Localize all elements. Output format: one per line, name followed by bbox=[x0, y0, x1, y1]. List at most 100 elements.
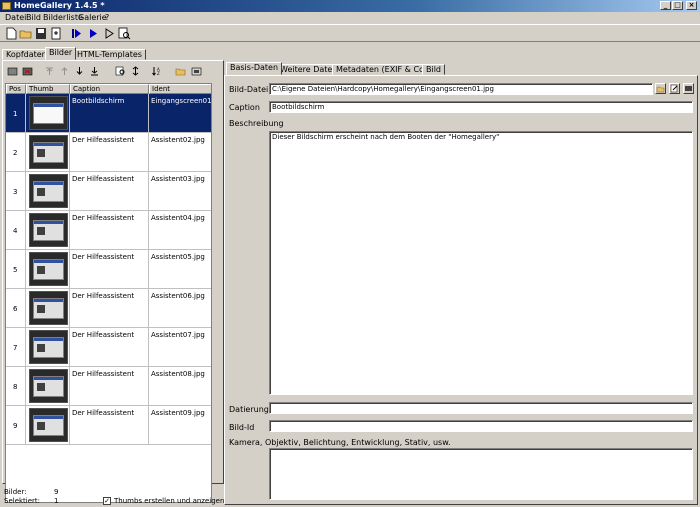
tab-bild[interactable]: Bild bbox=[422, 64, 446, 75]
cell-caption: Der Hilfeassistent bbox=[70, 289, 149, 327]
image-list-panel: AZ Pos Thumb Caption Ident 1 Bootbildschi… bbox=[2, 60, 224, 503]
table-header: Pos Thumb Caption Ident bbox=[6, 84, 211, 94]
beschreibung-textarea[interactable]: Dieser Bildschirm erscheint nach dem Boo… bbox=[269, 131, 693, 395]
thumbnail-titlebar bbox=[34, 260, 63, 263]
thumbnail-image[interactable] bbox=[29, 330, 68, 364]
thumbnail-image[interactable] bbox=[29, 369, 68, 403]
cell-ident: Assistent09.jpg bbox=[149, 406, 211, 444]
tab-metadaten[interactable]: Metadaten (EXIF & Co.) bbox=[332, 64, 434, 75]
edit-file-icon[interactable] bbox=[669, 83, 680, 94]
export-icon[interactable] bbox=[49, 27, 63, 40]
table-row[interactable]: 2 Der Hilfeassistent Assistent02.jpg bbox=[6, 133, 211, 172]
thumbnail-image[interactable] bbox=[29, 252, 68, 286]
thumbnail-screen bbox=[33, 376, 64, 397]
table-row[interactable]: 7 Der Hilfeassistent Assistent07.jpg bbox=[6, 328, 211, 367]
cell-ident: Assistent07.jpg bbox=[149, 328, 211, 366]
play-icon[interactable] bbox=[102, 27, 116, 40]
column-header-pos[interactable]: Pos bbox=[6, 84, 26, 94]
datierung-label: Datierung bbox=[229, 405, 269, 414]
thumbnail-content bbox=[37, 266, 45, 274]
thumbnail-titlebar bbox=[34, 416, 63, 419]
tab-html-templates[interactable]: HTML-Templates bbox=[73, 49, 146, 60]
menu-help[interactable]: ? bbox=[105, 13, 109, 22]
thumbnail-titlebar bbox=[34, 221, 63, 224]
cell-thumb bbox=[26, 94, 70, 132]
thumbnail-image[interactable] bbox=[29, 135, 68, 169]
sort-alpha-icon[interactable]: AZ bbox=[151, 66, 162, 76]
svg-text:Z: Z bbox=[157, 71, 160, 76]
remove-image-icon[interactable] bbox=[22, 66, 33, 76]
thumbnail-content bbox=[37, 188, 45, 196]
thumbnail-titlebar bbox=[34, 338, 63, 341]
maximize-button[interactable]: □ bbox=[672, 1, 683, 10]
cell-ident: Assistent03.jpg bbox=[149, 172, 211, 210]
column-header-caption[interactable]: Caption bbox=[70, 84, 149, 94]
menu-galerie[interactable]: Galerie bbox=[78, 13, 107, 22]
sort-icon[interactable] bbox=[130, 66, 141, 76]
show-file-icon[interactable] bbox=[683, 83, 694, 94]
thumbnail-titlebar bbox=[34, 299, 63, 302]
browse-file-icon[interactable] bbox=[655, 83, 666, 94]
minimize-button[interactable]: _ bbox=[660, 1, 671, 10]
row-pos: 1 bbox=[13, 110, 18, 118]
table-row[interactable]: 1 Bootbildschirm Eingangscreen01 bbox=[6, 94, 211, 133]
menu-datei[interactable]: Datei bbox=[5, 13, 26, 22]
thumbnail-screen bbox=[33, 103, 64, 124]
cell-pos: 3 bbox=[6, 172, 26, 210]
run-icon[interactable] bbox=[86, 27, 100, 40]
thumbnail-screen bbox=[33, 259, 64, 280]
move-down-icon[interactable] bbox=[74, 66, 85, 76]
thumbnail-content bbox=[37, 422, 45, 430]
folder-import-icon[interactable] bbox=[175, 66, 186, 76]
bild-datei-field[interactable]: C:\Eigene Dateien\Hardcopy\Homegallery\E… bbox=[269, 83, 653, 95]
checkbox-box[interactable]: ✓ bbox=[103, 497, 111, 505]
thumbnail-image[interactable] bbox=[29, 96, 68, 130]
table-row[interactable]: 9 Der Hilfeassistent Assistent09.jpg bbox=[6, 406, 211, 445]
menu-bild[interactable]: Bild bbox=[26, 13, 41, 22]
cell-caption: Der Hilfeassistent bbox=[70, 406, 149, 444]
title-bar: HomeGallery 1.4.5 * _ □ × bbox=[0, 0, 700, 12]
main-toolbar bbox=[0, 24, 700, 42]
cell-thumb bbox=[26, 133, 70, 171]
thumbnail-image[interactable] bbox=[29, 291, 68, 325]
move-bottom-icon[interactable] bbox=[89, 66, 100, 76]
tab-kopfdaten[interactable]: Kopfdaten bbox=[2, 49, 51, 60]
move-top-icon[interactable] bbox=[44, 66, 55, 76]
settings-list-icon[interactable] bbox=[191, 66, 202, 76]
table-row[interactable]: 6 Der Hilfeassistent Assistent06.jpg bbox=[6, 289, 211, 328]
thumbnail-screen bbox=[33, 220, 64, 241]
caption-field[interactable]: Bootbildschirm bbox=[269, 101, 693, 113]
table-row[interactable]: 8 Der Hilfeassistent Assistent08.jpg bbox=[6, 367, 211, 406]
thumbnail-screen bbox=[33, 337, 64, 358]
move-up-icon[interactable] bbox=[59, 66, 70, 76]
cell-ident: Assistent04.jpg bbox=[149, 211, 211, 249]
thumbnail-image[interactable] bbox=[29, 174, 68, 208]
detail-panel: Bild-Datei C:\Eigene Dateien\Hardcopy\Ho… bbox=[224, 75, 698, 505]
thumbnail-image[interactable] bbox=[29, 408, 68, 442]
cell-ident: Assistent02.jpg bbox=[149, 133, 211, 171]
tab-bilder[interactable]: Bilder bbox=[45, 47, 77, 60]
thumbnail-image[interactable] bbox=[29, 213, 68, 247]
column-header-ident[interactable]: Ident bbox=[149, 84, 211, 94]
cell-thumb bbox=[26, 328, 70, 366]
thumbnail-screen bbox=[33, 415, 64, 436]
view-image-icon[interactable] bbox=[115, 66, 126, 76]
selektiert-label: Selektiert: bbox=[4, 497, 41, 505]
kamera-textarea[interactable] bbox=[269, 448, 693, 500]
save-icon[interactable] bbox=[34, 27, 48, 40]
table-row[interactable]: 5 Der Hilfeassistent Assistent05.jpg bbox=[6, 250, 211, 289]
run-selected-icon[interactable] bbox=[70, 27, 84, 40]
table-row[interactable]: 4 Der Hilfeassistent Assistent04.jpg bbox=[6, 211, 211, 250]
preview-icon[interactable] bbox=[117, 27, 131, 40]
thumbs-checkbox[interactable]: ✓ Thumbs erstellen und anzeigen bbox=[103, 497, 224, 505]
tab-basis-daten[interactable]: Basis-Daten bbox=[226, 62, 283, 75]
add-image-icon[interactable] bbox=[7, 66, 18, 76]
close-button[interactable]: × bbox=[686, 1, 697, 10]
bild-id-field[interactable] bbox=[269, 420, 693, 432]
new-icon[interactable] bbox=[4, 27, 18, 40]
datierung-field[interactable] bbox=[269, 402, 693, 414]
menu-bilderliste[interactable]: Bilderliste bbox=[43, 13, 83, 22]
table-row[interactable]: 3 Der Hilfeassistent Assistent03.jpg bbox=[6, 172, 211, 211]
open-icon[interactable] bbox=[19, 27, 33, 40]
column-header-thumb[interactable]: Thumb bbox=[26, 84, 70, 94]
